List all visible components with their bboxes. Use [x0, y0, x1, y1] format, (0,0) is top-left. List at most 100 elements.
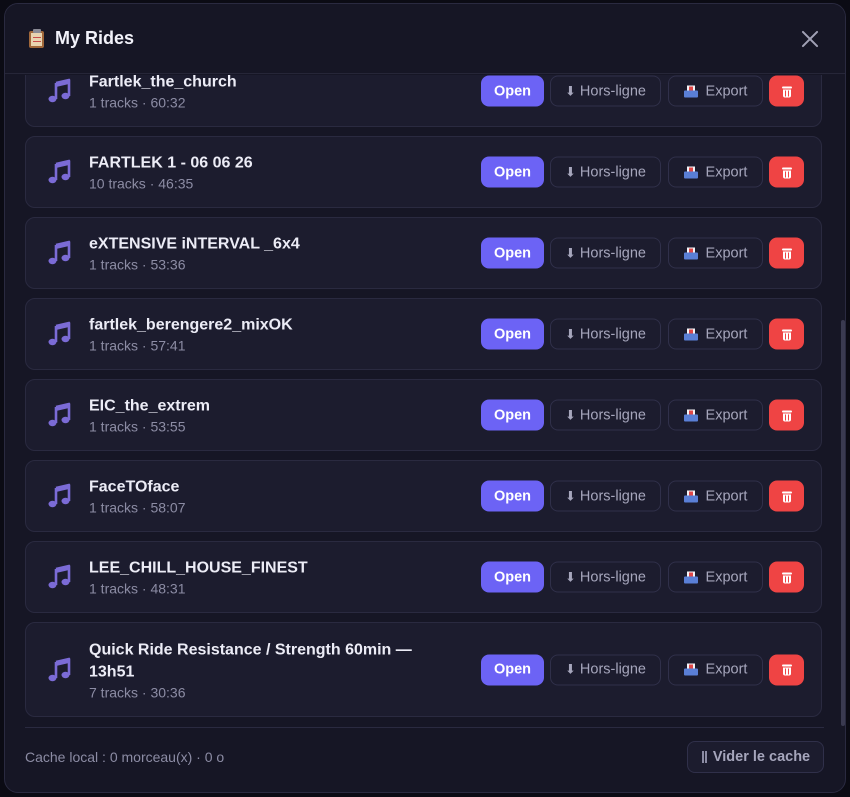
trash-icon: [781, 247, 792, 259]
offline-button[interactable]: ⬇ Hors-ligne: [550, 75, 661, 107]
ride-actions: Open ⬇ Hors-ligne Export: [481, 237, 804, 269]
delete-button[interactable]: [769, 399, 804, 431]
ride-meta: 1 tracks · 60:32: [89, 94, 186, 111]
offline-label: Hors-ligne: [579, 661, 646, 678]
delete-button[interactable]: [769, 75, 804, 107]
export-button[interactable]: Export: [668, 156, 763, 188]
export-button[interactable]: Export: [668, 561, 763, 593]
export-button[interactable]: Export: [668, 654, 763, 685]
music-note-icon: [48, 240, 71, 265]
delete-button[interactable]: [769, 654, 804, 685]
ride-meta: 1 tracks · 53:36: [89, 256, 186, 273]
export-button[interactable]: Export: [668, 75, 763, 107]
clear-cache-button[interactable]: Vider le cache: [687, 741, 824, 773]
scrollbar-thumb[interactable]: [841, 320, 845, 726]
music-note-icon: [48, 321, 71, 346]
open-label: Open: [493, 661, 532, 678]
export-label: Export: [705, 83, 748, 99]
open-label: Open: [493, 164, 532, 180]
offline-button[interactable]: ⬇ Hors-ligne: [550, 480, 661, 512]
ride-info: EIC_the_extrem 1 tracks · 53:55: [89, 396, 434, 435]
cache-status: Cache local : 0 morceau(x) · 0 o: [25, 749, 225, 765]
ride-name: FARTLEK 1 - 06 06 26: [89, 154, 253, 172]
delete-button[interactable]: [769, 237, 804, 269]
export-label: Export: [705, 488, 748, 504]
clear-cache-label: Vider le cache: [712, 749, 811, 765]
pause-bars-icon: [701, 751, 708, 763]
offline-label: Hors-ligne: [579, 245, 646, 261]
outbox-icon: [683, 663, 698, 676]
offline-button[interactable]: ⬇ Hors-ligne: [550, 561, 661, 593]
outbox-icon: [683, 247, 698, 259]
ride-actions: Open ⬇ Hors-ligne Export: [481, 156, 804, 188]
clipboard-icon: [27, 28, 47, 49]
music-note-icon: [48, 159, 71, 184]
export-label: Export: [705, 245, 748, 261]
ride-info: Fartlek_the_church 1 tracks · 60:32: [89, 75, 434, 111]
export-button[interactable]: Export: [668, 399, 763, 431]
open-button[interactable]: Open: [481, 561, 544, 593]
open-label: Open: [493, 326, 532, 342]
offline-button[interactable]: ⬇ Hors-ligne: [550, 237, 661, 269]
download-icon: ⬇: [565, 661, 576, 677]
download-icon: ⬇: [565, 569, 576, 584]
open-label: Open: [493, 83, 532, 99]
offline-button[interactable]: ⬇ Hors-ligne: [550, 156, 661, 188]
export-label: Export: [705, 407, 748, 423]
ride-card: fartlek_berengere2_mixOK 1 tracks · 57:4…: [25, 298, 822, 370]
footer-divider: [25, 727, 824, 728]
export-label: Export: [705, 326, 748, 342]
ride-card: Quick Ride Resistance / Strength 60min —…: [25, 622, 822, 717]
export-label: Export: [705, 164, 748, 180]
ride-name: Fartlek_the_church: [89, 75, 237, 91]
delete-button[interactable]: [769, 156, 804, 188]
export-button[interactable]: Export: [668, 480, 763, 512]
offline-label: Hors-ligne: [579, 326, 646, 342]
offline-label: Hors-ligne: [579, 83, 646, 99]
ride-actions: Open ⬇ Hors-ligne Export: [481, 399, 804, 431]
open-button[interactable]: Open: [481, 156, 544, 188]
music-note-icon: [48, 402, 71, 427]
dialog-title: My Rides: [55, 28, 135, 48]
delete-button[interactable]: [769, 318, 804, 350]
ride-list: Fartlek_the_church 1 tracks · 60:32 Open…: [25, 75, 822, 726]
download-icon: ⬇: [565, 245, 576, 260]
music-note-icon: [48, 657, 71, 681]
open-button[interactable]: Open: [481, 318, 544, 350]
delete-button[interactable]: [769, 480, 804, 512]
ride-meta: 1 tracks · 57:41: [89, 337, 186, 354]
close-icon[interactable]: [801, 30, 819, 48]
ride-actions: Open ⬇ Hors-ligne Export: [481, 561, 804, 593]
export-label: Export: [705, 661, 748, 678]
delete-button[interactable]: [769, 561, 804, 593]
trash-icon: [781, 166, 792, 178]
ride-card: LEE_CHILL_HOUSE_FINEST 1 tracks · 48:31 …: [25, 541, 822, 613]
open-button[interactable]: Open: [481, 399, 544, 431]
trash-icon: [781, 328, 792, 340]
ride-card: Fartlek_the_church 1 tracks · 60:32 Open…: [25, 75, 822, 127]
ride-info: eXTENSIVE iNTERVAL _6x4 1 tracks · 53:36: [89, 234, 434, 273]
music-note-icon: [48, 483, 71, 508]
ride-list-scroll-area[interactable]: Fartlek_the_church 1 tracks · 60:32 Open…: [5, 75, 845, 727]
ride-info: fartlek_berengere2_mixOK 1 tracks · 57:4…: [89, 315, 434, 354]
ride-actions: Open ⬇ Hors-ligne Export: [481, 654, 804, 685]
trash-icon: [781, 664, 792, 676]
export-button[interactable]: Export: [668, 237, 763, 269]
export-button[interactable]: Export: [668, 318, 763, 350]
open-button[interactable]: Open: [481, 654, 544, 685]
ride-info: Quick Ride Resistance / Strength 60min —…: [89, 639, 434, 700]
open-button[interactable]: Open: [481, 480, 544, 512]
offline-button[interactable]: ⬇ Hors-ligne: [550, 318, 661, 350]
outbox-icon: [683, 571, 698, 583]
offline-button[interactable]: ⬇ Hors-ligne: [550, 399, 661, 431]
ride-name: EIC_the_extrem: [89, 397, 210, 415]
download-icon: ⬇: [565, 407, 576, 422]
offline-label: Hors-ligne: [579, 569, 646, 585]
open-button[interactable]: Open: [481, 75, 544, 107]
outbox-icon: [683, 85, 698, 97]
offline-button[interactable]: ⬇ Hors-ligne: [550, 654, 661, 685]
dialog-header: My Rides: [5, 4, 845, 74]
export-label: Export: [705, 569, 748, 585]
open-button[interactable]: Open: [481, 237, 544, 269]
trash-icon: [781, 490, 792, 502]
